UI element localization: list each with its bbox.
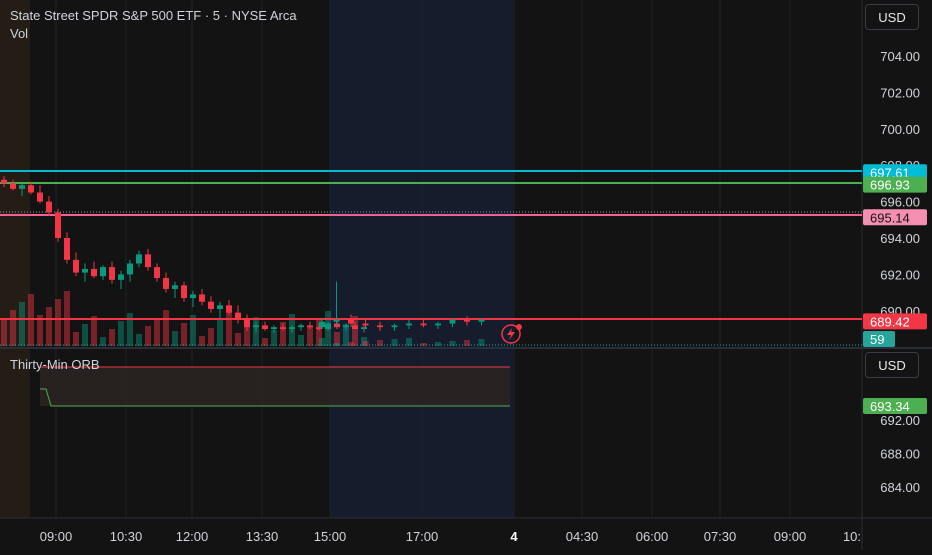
indicator-title[interactable]: Thirty-Min ORB: [10, 357, 100, 372]
time-tick: 07:30: [704, 529, 737, 544]
volume-bar: [118, 321, 124, 346]
time-tick: 09:00: [40, 529, 73, 544]
price-tick: 696.00: [880, 195, 920, 210]
volume-bar: [91, 316, 97, 346]
volume-bar: [109, 329, 115, 346]
time-tick: 09:00: [774, 529, 807, 544]
volume-bar: [127, 313, 133, 346]
volume-bar: [154, 318, 160, 346]
time-tick: 17:00: [406, 529, 439, 544]
chart-area[interactable]: 704.00702.00700.00698.00696.00694.00692.…: [0, 0, 932, 550]
symbol-title[interactable]: State Street SPDR S&P 500 ETF · 5 · NYSE…: [10, 8, 297, 23]
price-label-badge: 695.14: [863, 209, 927, 226]
price-label-badge: 59: [863, 331, 895, 347]
volume-bar: [10, 310, 16, 346]
svg-text:689.42: 689.42: [870, 314, 910, 329]
volume-bar: [307, 327, 313, 346]
volume-bar: [377, 340, 383, 346]
time-tick: 06:00: [636, 529, 669, 544]
svg-text:693.34: 693.34: [870, 399, 910, 414]
indicator-tick: 684.00: [880, 480, 920, 495]
time-tick: 12:00: [176, 529, 209, 544]
volume-bar: [217, 320, 223, 346]
time-tick: 4: [510, 529, 518, 544]
price-tick: 702.00: [880, 85, 920, 100]
svg-text:695.14: 695.14: [870, 210, 910, 225]
svg-text:59: 59: [870, 332, 884, 347]
svg-text:696.93: 696.93: [870, 178, 910, 193]
time-tick: 10:: [843, 529, 861, 544]
currency-button[interactable]: USD: [865, 4, 919, 30]
indicator-currency-button[interactable]: USD: [865, 352, 919, 378]
volume-bar: [136, 334, 142, 346]
volume-bar: [1, 318, 7, 346]
price-label-badge: 689.42: [863, 313, 927, 330]
candle: [55, 208, 61, 242]
volume-bar: [73, 332, 79, 346]
price-tick: 694.00: [880, 231, 920, 246]
time-tick: 04:30: [566, 529, 599, 544]
volume-bar: [298, 335, 304, 346]
volume-bar: [464, 340, 470, 346]
price-tick: 692.00: [880, 267, 920, 282]
indicator-tick: 688.00: [880, 447, 920, 462]
orb-range-box: [40, 367, 510, 406]
volume-bar: [181, 323, 187, 346]
price-axis[interactable]: 704.00702.00700.00698.00696.00694.00692.…: [863, 49, 927, 347]
price-label-badge: 696.93: [863, 176, 927, 193]
volume-bar: [163, 310, 169, 346]
indicator-axis[interactable]: 692.00 688.00 684.00 693.34: [863, 398, 927, 495]
volume-bar: [82, 324, 88, 346]
premarket-shade: [0, 0, 30, 518]
volume-label[interactable]: Vol: [10, 26, 28, 41]
price-tick: 704.00: [880, 49, 920, 64]
volume-bar: [19, 302, 25, 346]
volume-bar: [55, 299, 61, 346]
chart-canvas[interactable]: 704.00702.00700.00698.00696.00694.00692.…: [0, 0, 932, 550]
volume-bar: [226, 312, 232, 346]
volume-bar: [145, 326, 151, 346]
indicator-value-badge: 693.34: [863, 398, 927, 414]
volume-bar: [208, 328, 214, 346]
time-tick: 13:30: [246, 529, 279, 544]
indicator-tick: 692.00: [880, 413, 920, 428]
volume-bar: [46, 307, 52, 346]
volume-bar: [235, 333, 241, 346]
price-tick: 700.00: [880, 122, 920, 137]
time-tick: 10:30: [110, 529, 143, 544]
time-tick: 15:00: [314, 529, 347, 544]
volume-bar: [172, 331, 178, 346]
